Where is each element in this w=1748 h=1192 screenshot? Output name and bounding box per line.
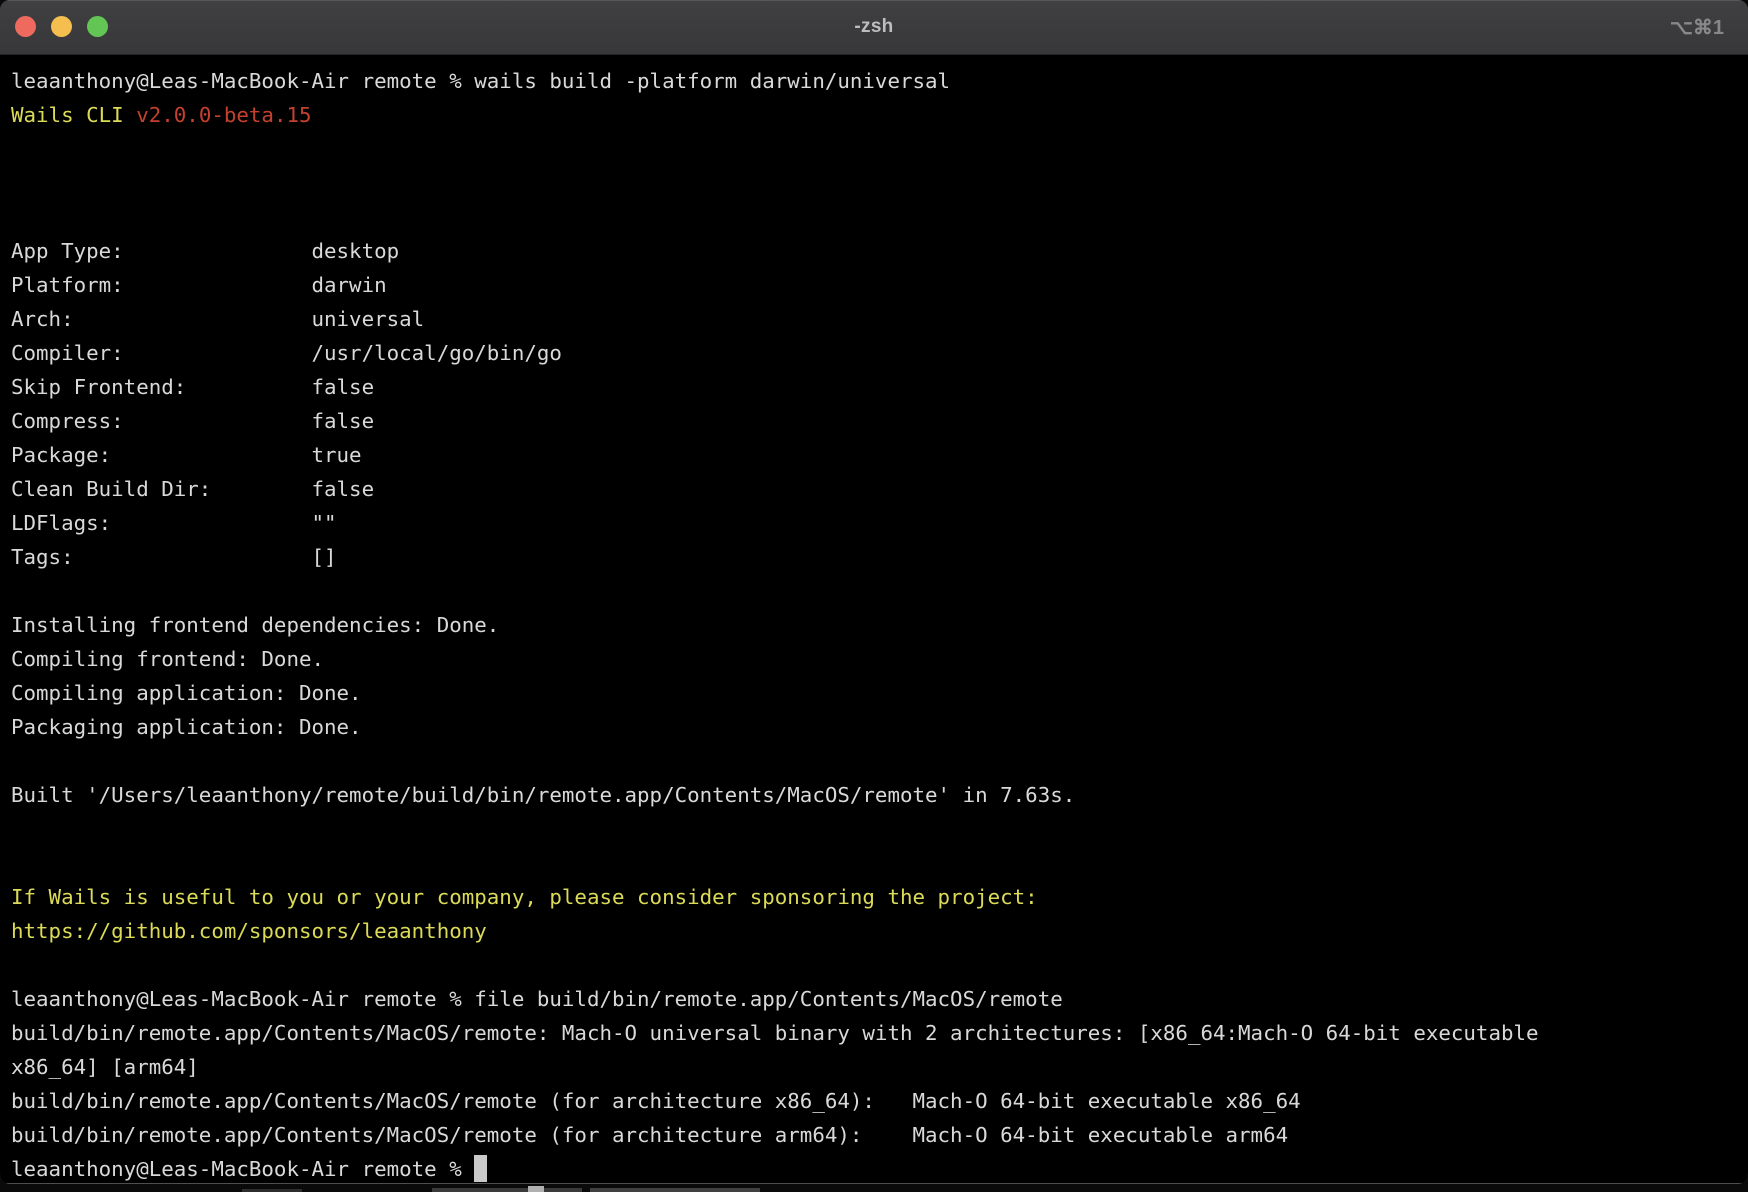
terminal-line: build/bin/remote.app/Contents/MacOS/remo… xyxy=(11,1084,1748,1118)
terminal-line: Tags: [] xyxy=(11,540,1748,574)
terminal-line: If Wails is useful to you or your compan… xyxy=(11,880,1748,914)
terminal-line xyxy=(11,132,1748,166)
terminal-line: build/bin/remote.app/Contents/MacOS/remo… xyxy=(11,1016,1748,1050)
background-window-sliver xyxy=(0,1184,1748,1192)
terminal-line: Packaging application: Done. xyxy=(11,710,1748,744)
terminal-line: leaanthony@Leas-MacBook-Air remote % fil… xyxy=(11,982,1748,1016)
terminal-line: Package: true xyxy=(11,438,1748,472)
window-title: -zsh xyxy=(0,0,1748,54)
terminal-line: Compiler: /usr/local/go/bin/go xyxy=(11,336,1748,370)
terminal-line: Wails CLI v2.0.0-beta.15 xyxy=(11,98,1748,132)
title-bar[interactable]: -zsh ⌥⌘1 xyxy=(0,0,1748,55)
terminal-line: Platform: darwin xyxy=(11,268,1748,302)
terminal-line xyxy=(11,574,1748,608)
terminal-line: build/bin/remote.app/Contents/MacOS/remo… xyxy=(11,1118,1748,1152)
terminal-line xyxy=(11,846,1748,880)
terminal-line: x86_64] [arm64] xyxy=(11,1050,1748,1084)
terminal-line: Installing frontend dependencies: Done. xyxy=(11,608,1748,642)
block-cursor xyxy=(474,1155,487,1182)
terminal-line: App Type: desktop xyxy=(11,234,1748,268)
terminal-line: Built '/Users/leaanthony/remote/build/bi… xyxy=(11,778,1748,812)
terminal-line xyxy=(11,948,1748,982)
terminal-line xyxy=(11,744,1748,778)
terminal-window: -zsh ⌥⌘1 leaanthony@Leas-MacBook-Air rem… xyxy=(0,0,1748,1184)
terminal-line: Compiling application: Done. xyxy=(11,676,1748,710)
terminal-line: Compress: false xyxy=(11,404,1748,438)
terminal-line xyxy=(11,812,1748,846)
terminal-line xyxy=(11,166,1748,200)
keyboard-shortcut-badge: ⌥⌘1 xyxy=(1670,0,1724,54)
terminal-line: leaanthony@Leas-MacBook-Air remote % xyxy=(11,1152,1748,1184)
terminal-line: Skip Frontend: false xyxy=(11,370,1748,404)
terminal-line: leaanthony@Leas-MacBook-Air remote % wai… xyxy=(11,64,1748,98)
terminal-line: LDFlags: "" xyxy=(11,506,1748,540)
terminal-line: Clean Build Dir: false xyxy=(11,472,1748,506)
terminal-output[interactable]: leaanthony@Leas-MacBook-Air remote % wai… xyxy=(0,55,1748,1183)
terminal-line: Arch: universal xyxy=(11,302,1748,336)
terminal-line: Compiling frontend: Done. xyxy=(11,642,1748,676)
terminal-line: https://github.com/sponsors/leaanthony xyxy=(11,914,1748,948)
terminal-line xyxy=(11,200,1748,234)
